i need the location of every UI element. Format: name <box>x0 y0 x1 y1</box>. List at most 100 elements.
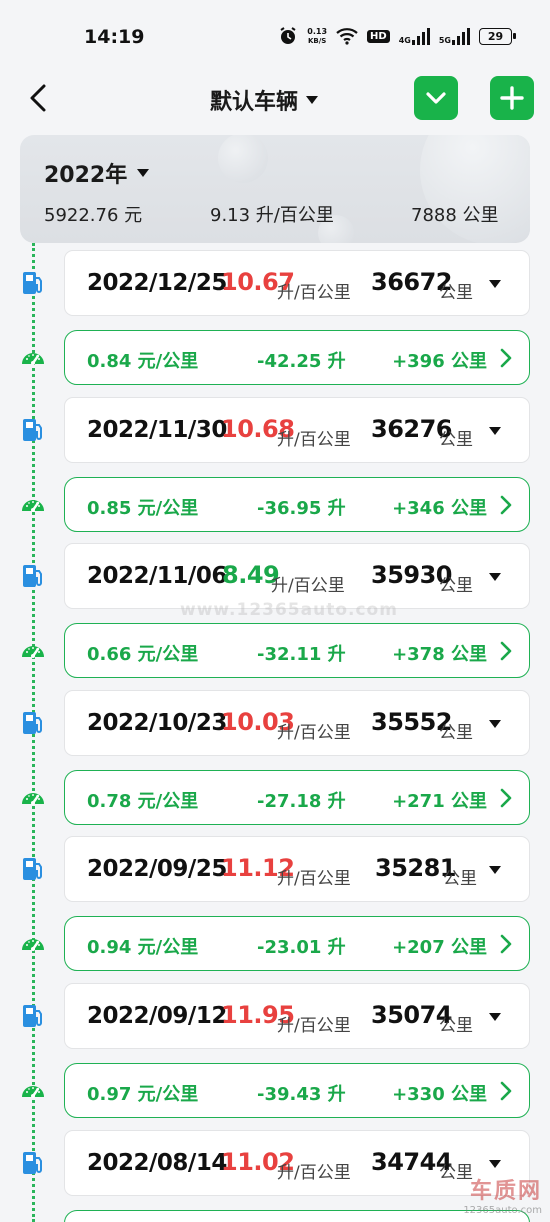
expand-button[interactable] <box>414 76 458 120</box>
odometer-unit: 公里 <box>439 283 473 303</box>
cost-per-km: 0.94 元/公里 <box>87 937 199 958</box>
total-distance: 7888 公里 <box>411 205 499 226</box>
plus-icon <box>500 86 524 110</box>
expand-caret-icon[interactable] <box>489 573 501 581</box>
watermark-text: www.12365auto.com <box>180 600 398 620</box>
expand-caret-icon[interactable] <box>489 866 501 874</box>
battery-icon: 29 <box>479 27 516 45</box>
page-title: 默认车辆 <box>210 90 299 115</box>
consumption-unit: 升/百公里 <box>271 576 345 596</box>
record-date: 2022/09/12 <box>87 1003 227 1029</box>
back-button[interactable] <box>22 80 58 116</box>
fuel-pump-icon <box>19 1002 47 1030</box>
expand-caret-icon[interactable] <box>489 427 501 435</box>
speedometer-icon <box>19 637 47 665</box>
network-speed: 0.13 KB/S <box>307 26 328 45</box>
fuel-liters: -36.95 升 <box>257 498 346 519</box>
interval-stats-card[interactable] <box>64 1210 530 1222</box>
vehicle-selector[interactable]: 默认车辆 <box>210 84 319 116</box>
caret-down-icon <box>137 169 150 177</box>
wifi-icon <box>336 27 358 45</box>
speedometer-icon <box>19 930 47 958</box>
cost-per-km: 0.66 元/公里 <box>87 644 199 665</box>
record-date: 2022/11/06 <box>87 563 227 589</box>
fuel-record-card[interactable]: 2022/10/23 10.03 升/百公里 35552 公里 <box>64 690 530 756</box>
odometer-unit: 公里 <box>439 576 473 596</box>
alarm-icon <box>278 26 298 46</box>
fuel-pump-icon <box>19 709 47 737</box>
year-summary-card: 2022年 5922.76 元 9.13 升/百公里 7888 公里 <box>20 135 530 243</box>
chevron-right-icon <box>500 495 512 515</box>
record-date: 2022/10/23 <box>87 710 227 736</box>
distance-driven: +346 公里 <box>392 498 487 519</box>
speedometer-icon <box>19 784 47 812</box>
caret-down-icon <box>306 96 319 104</box>
odometer-unit: 公里 <box>439 1016 473 1036</box>
fuel-pump-icon <box>19 416 47 444</box>
consumption-unit: 升/百公里 <box>277 1163 351 1183</box>
speedometer-icon <box>19 491 47 519</box>
add-record-button[interactable] <box>490 76 534 120</box>
hd-voice-icon: HD <box>367 29 390 43</box>
record-date: 2022/09/25 <box>87 856 227 882</box>
chevron-right-icon <box>500 934 512 954</box>
interval-stats-card[interactable]: 0.78 元/公里 -27.18 升 +271 公里 <box>64 770 530 825</box>
chevron-right-icon <box>500 1081 512 1101</box>
back-icon <box>30 84 46 112</box>
interval-stats-card[interactable]: 0.97 元/公里 -39.43 升 +330 公里 <box>64 1063 530 1118</box>
interval-stats-card[interactable]: 0.94 元/公里 -23.01 升 +207 公里 <box>64 916 530 971</box>
status-time: 14:19 <box>84 26 145 48</box>
distance-driven: +396 公里 <box>392 351 487 372</box>
cost-per-km: 0.78 元/公里 <box>87 791 199 812</box>
consumption-unit: 升/百公里 <box>277 283 351 303</box>
fuel-record-card[interactable]: 2022/11/30 10.68 升/百公里 36276 公里 <box>64 397 530 463</box>
fuel-record-card[interactable]: 2022/09/25 11.12 升/百公里 35281 公里 <box>64 836 530 902</box>
interval-stats-card[interactable]: 0.84 元/公里 -42.25 升 +396 公里 <box>64 330 530 385</box>
expand-caret-icon[interactable] <box>489 720 501 728</box>
odometer-unit: 公里 <box>443 869 477 889</box>
decor-bubble <box>218 135 268 183</box>
year-label: 2022年 <box>44 163 128 188</box>
expand-caret-icon[interactable] <box>489 1013 501 1021</box>
record-date: 2022/11/30 <box>87 417 227 443</box>
fuel-pump-icon <box>19 269 47 297</box>
interval-stats-card[interactable]: 0.66 元/公里 -32.11 升 +378 公里 <box>64 623 530 678</box>
cost-per-km: 0.97 元/公里 <box>87 1084 199 1105</box>
chevron-right-icon <box>500 788 512 808</box>
signal-4g-icon: 4G <box>399 27 430 45</box>
consumption-unit: 升/百公里 <box>277 430 351 450</box>
total-cost: 5922.76 元 <box>44 205 143 226</box>
status-icons: 0.13 KB/S HD 4G 5G 29 <box>278 24 516 48</box>
speedometer-icon <box>19 344 47 372</box>
cost-per-km: 0.85 元/公里 <box>87 498 199 519</box>
distance-driven: +330 公里 <box>392 1084 487 1105</box>
fuel-pump-icon <box>19 562 47 590</box>
fuel-liters: -27.18 升 <box>257 791 346 812</box>
fuel-record-card[interactable]: 2022/08/14 11.02 升/百公里 34744 公里 <box>64 1130 530 1196</box>
distance-driven: +378 公里 <box>392 644 487 665</box>
fuel-liters: -23.01 升 <box>257 937 346 958</box>
record-date: 2022/08/14 <box>87 1150 227 1176</box>
fuel-liters: -39.43 升 <box>257 1084 346 1105</box>
nav-bar: 默认车辆 <box>0 70 550 128</box>
distance-driven: +271 公里 <box>392 791 487 812</box>
consumption-unit: 升/百公里 <box>277 869 351 889</box>
chevron-right-icon <box>500 348 512 368</box>
record-date: 2022/12/25 <box>87 270 227 296</box>
distance-driven: +207 公里 <box>392 937 487 958</box>
interval-stats-card[interactable]: 0.85 元/公里 -36.95 升 +346 公里 <box>64 477 530 532</box>
speedometer-icon <box>19 1077 47 1105</box>
fuel-record-card[interactable]: 2022/09/12 11.95 升/百公里 35074 公里 <box>64 983 530 1049</box>
year-selector[interactable]: 2022年 <box>44 157 150 189</box>
consumption-unit: 升/百公里 <box>277 1016 351 1036</box>
fuel-record-card[interactable]: 2022/12/25 10.67 升/百公里 36672 公里 <box>64 250 530 316</box>
fuel-liters: -32.11 升 <box>257 644 346 665</box>
consumption-unit: 升/百公里 <box>277 723 351 743</box>
expand-caret-icon[interactable] <box>489 280 501 288</box>
expand-caret-icon[interactable] <box>489 1160 501 1168</box>
chevron-right-icon <box>500 641 512 661</box>
status-bar: 14:19 0.13 KB/S HD 4G 5G 29 <box>0 0 550 70</box>
avg-consumption: 9.13 升/百公里 <box>210 205 334 226</box>
chevron-down-icon <box>426 92 446 104</box>
fuel-pump-icon <box>19 1149 47 1177</box>
